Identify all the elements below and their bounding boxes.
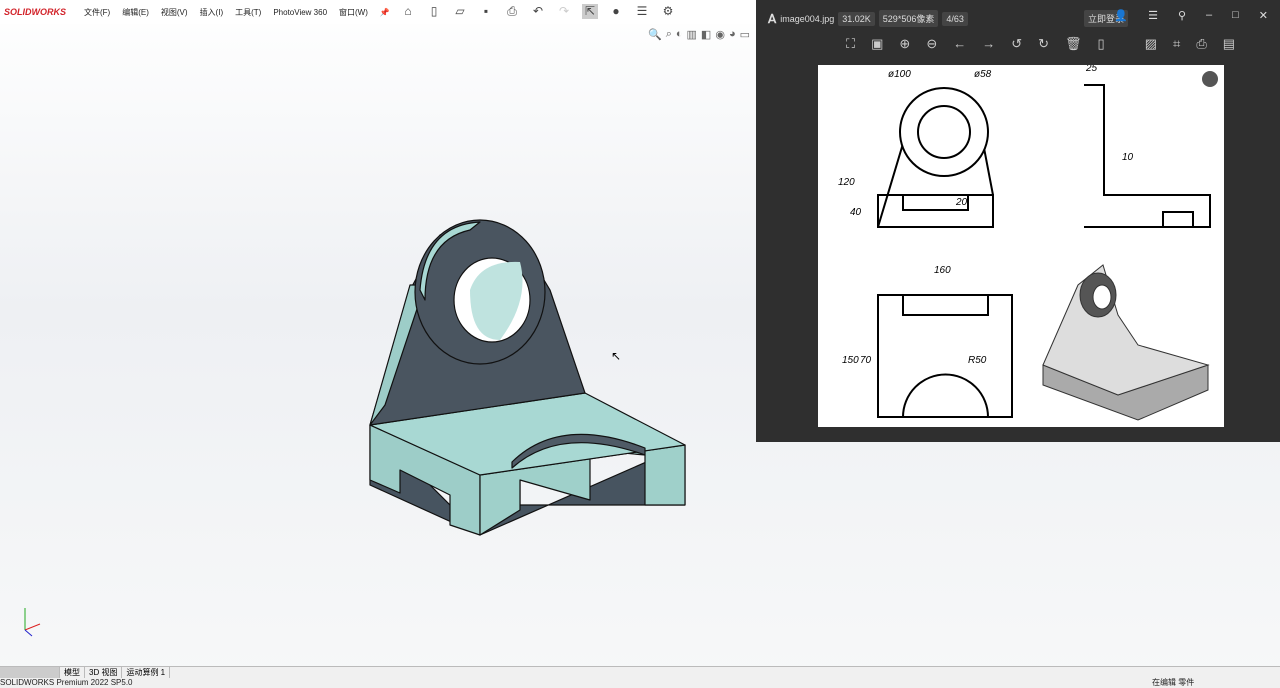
image-index: 4/63 (942, 11, 968, 26)
dim-25: 25 (1085, 65, 1098, 74)
mouse-icon[interactable]: ▯ (1098, 36, 1105, 52)
fit-icon[interactable]: ▣ (871, 36, 883, 52)
triad-icon (24, 608, 41, 637)
dim-70: 70 (860, 355, 872, 366)
user-icon[interactable]: 👤 (1114, 9, 1128, 22)
close-icon[interactable]: ✕ (1259, 9, 1268, 22)
tab-scroll[interactable] (0, 667, 60, 678)
fullscreen-icon[interactable]: ⛶ (846, 36, 855, 52)
top-view (877, 294, 1013, 418)
dim-160: 160 (934, 265, 951, 276)
next-icon[interactable]: → (982, 36, 995, 52)
dim-20: 20 (955, 197, 968, 208)
zoom-out-icon[interactable]: ⊖ (926, 36, 937, 52)
prev-icon[interactable]: ← (953, 36, 966, 52)
dim-120: 120 (838, 177, 855, 188)
mouse-cursor-icon: ↖ (611, 349, 621, 363)
viewer-toolbar: ⛶ ▣ ⊕ ⊖ ← → ↺ ↻ 🗑 ▯ ▨ ⌗ ⎙ ▤ (846, 36, 1235, 52)
viewer-logo-icon: ꓮ (768, 11, 777, 26)
print-icon[interactable]: ⎙ (1196, 36, 1206, 52)
file-size: 31.02K (838, 11, 875, 26)
image-dimensions: 529*506像素 (878, 10, 939, 27)
isometric-view (1042, 264, 1210, 421)
bottom-tabs: 模型 3D 视图 运动算例 1 (0, 666, 1280, 678)
image-viewer-window: ꓮ image004.jpg 31.02K 529*506像素 4/63 立即登… (756, 0, 1280, 442)
save-icon[interactable]: ▤ (1223, 36, 1235, 52)
zoom-badge-icon[interactable] (1202, 71, 1218, 87)
rotate-right-icon[interactable]: ↻ (1038, 36, 1049, 52)
filename: image004.jpg (780, 13, 835, 24)
dim-r50: R50 (968, 355, 987, 366)
crop-icon[interactable]: ⌗ (1173, 36, 1180, 52)
dim-150: 150 (842, 355, 859, 366)
maximize-icon[interactable]: □ (1232, 9, 1239, 22)
tab-3d-view[interactable]: 3D 视图 (85, 667, 123, 678)
dim-d58: ø58 (974, 69, 992, 80)
minimize-icon[interactable]: – (1206, 9, 1212, 22)
engineering-drawing-image: ø100 ø58 25 10 120 40 20 160 150 70 R50 (818, 63, 1224, 427)
status-bar: SOLIDWORKS Premium 2022 SP5.0 在编辑 零件 (0, 678, 1280, 688)
front-view (877, 87, 994, 228)
tab-model[interactable]: 模型 (60, 667, 85, 678)
side-view (1084, 84, 1211, 228)
dim-10: 10 (1122, 152, 1134, 163)
delete-icon[interactable]: 🗑 (1065, 36, 1082, 52)
pin-icon[interactable]: ⚲ (1178, 9, 1186, 22)
tab-motion-study[interactable]: 运动算例 1 (122, 667, 171, 678)
dim-d100: ø100 (888, 69, 911, 80)
part-model[interactable] (369, 219, 686, 536)
edit-image-icon[interactable]: ▨ (1145, 36, 1157, 52)
zoom-in-icon[interactable]: ⊕ (899, 36, 910, 52)
rotate-left-icon[interactable]: ↺ (1011, 36, 1022, 52)
version-text: SOLIDWORKS Premium 2022 SP5.0 (0, 678, 133, 687)
dim-40: 40 (850, 207, 862, 218)
edit-status: 在编辑 零件 (1152, 678, 1195, 687)
menu-icon[interactable]: ☰ (1148, 9, 1158, 22)
3d-viewport[interactable]: ↖ (0, 0, 760, 660)
